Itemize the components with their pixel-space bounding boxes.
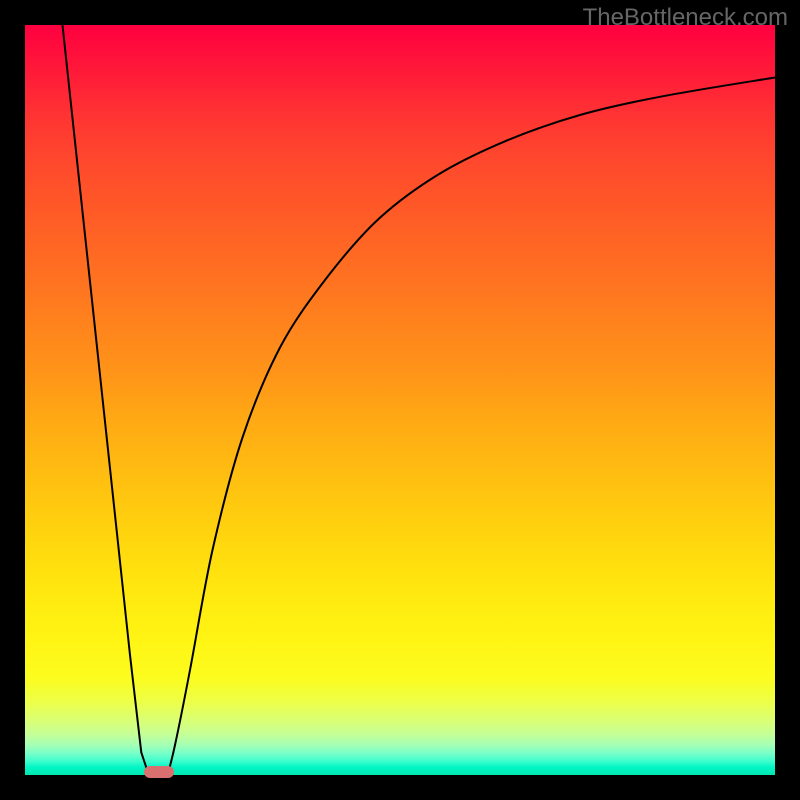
minimum-marker <box>144 766 174 778</box>
right-branch-curve <box>168 78 776 776</box>
chart-container: TheBottleneck.com <box>0 0 800 800</box>
left-branch-curve <box>63 25 149 775</box>
curve-layer <box>25 25 775 775</box>
plot-area <box>25 25 775 775</box>
watermark-text: TheBottleneck.com <box>583 4 788 32</box>
